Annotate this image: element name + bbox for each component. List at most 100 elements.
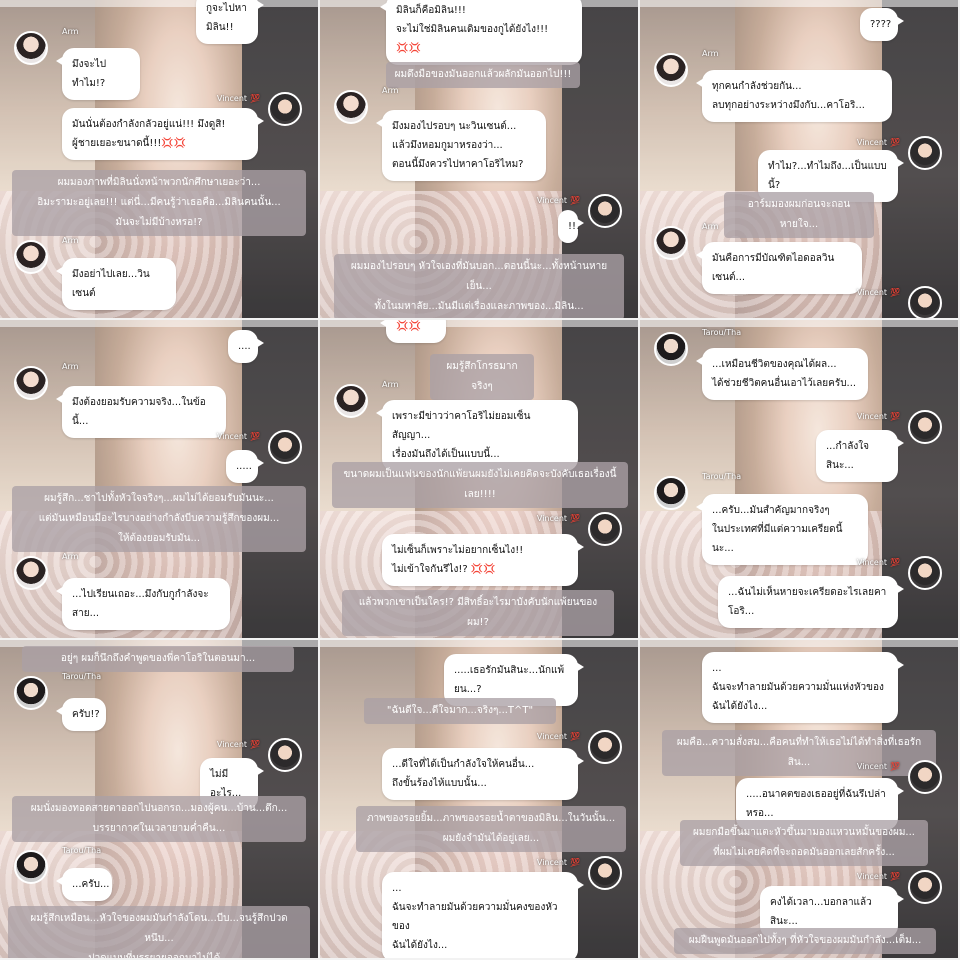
- message-bubble-incoming: มึงมองไปรอบๆ นะวินเซนต์... แล้วมึงหอมกูม…: [376, 110, 546, 181]
- avatar-vincent[interactable]: [908, 870, 942, 904]
- chat-panel-7: อยู่ๆ ผมก็นึกถึงคำพูดของพี่คาโอริในตอนมา…: [0, 640, 320, 960]
- avatar-arm[interactable]: [14, 240, 48, 274]
- avatar-arm[interactable]: [334, 90, 368, 124]
- narration-caption: ผมมองภาพที่มิลินนั่งหน้าพวกนักศึกษาเยอะว…: [12, 170, 306, 236]
- message-bubble-incoming: ...เหมือนชีวิตของคุณได้ผล... ได้ช่วยชีวิ…: [696, 348, 868, 400]
- sender-name-text: Vincent: [536, 196, 568, 205]
- narration-caption: แล้วพวกเขาเป็นใคร!? มีสิทธิ์อะไรมาบังคับ…: [342, 590, 614, 636]
- heart-badge-icon: 💯: [250, 94, 260, 103]
- chat-panel-5: 💢💢 ผมรู้สึกโกรธมากจริงๆ Arm เพราะมีข่าวว่าค…: [320, 320, 640, 640]
- message-bubble-incoming: 💢💢: [380, 320, 446, 343]
- sender-name-text: Vincent: [216, 432, 248, 441]
- chat-panel-1: กูจะไปหามิลิน!! Arm มึงจะไปทำไม!? Vincent 💯 ม…: [0, 0, 320, 320]
- avatar-vincent[interactable]: [908, 136, 942, 170]
- chat-panel-4: .... Arm มึงต้องยอมรับความจริง...ในข้อนี้.…: [0, 320, 320, 640]
- narration-caption: ผมรู้สึกเหมือน...หัวใจของผมมันกำลังโดน..…: [8, 906, 310, 958]
- sender-name: Vincent 💯: [857, 412, 900, 421]
- avatar-vincent[interactable]: [908, 556, 942, 590]
- panel-top-bar: [640, 0, 958, 7]
- message-bubble-incoming: ...ครับ...มันสำคัญมากจริงๆ ในประเทศที่มี…: [696, 494, 868, 565]
- heart-badge-icon: 💯: [570, 732, 580, 741]
- narration-caption: ผมมองไปรอบๆ หัวใจเองที่มันบอก...ตอนนี้นะ…: [334, 254, 624, 318]
- sender-name-text: Arm: [702, 49, 719, 58]
- message-bubble-incoming: มึงต้องยอมรับความจริง...ในข้อนี้...: [56, 386, 226, 438]
- sender-name: Vincent 💯: [217, 740, 260, 749]
- message-bubble-incoming: มิลินก็คือมิลิน!!! จะไม่ใช่มิลินคนเดิมขอ…: [380, 0, 582, 65]
- avatar-vincent[interactable]: [268, 738, 302, 772]
- sender-name-text: Vincent: [856, 288, 888, 297]
- narration-caption: ขนาดผมเป็นแฟนของนักแพ้ยนผมยังไม่เคยคิดจะ…: [332, 462, 628, 508]
- heart-badge-icon: 💯: [890, 558, 900, 567]
- avatar-vincent[interactable]: [908, 286, 942, 318]
- sender-name: Vincent 💯: [857, 138, 900, 147]
- sender-name: Vincent 💯: [857, 558, 900, 567]
- message-bubble-incoming: ...ครับ...: [56, 868, 112, 901]
- sender-name-text: Vincent: [856, 138, 888, 147]
- avatar-arm[interactable]: [654, 226, 688, 260]
- sender-name-text: Vincent: [216, 740, 248, 749]
- avatar-arm[interactable]: [14, 31, 48, 65]
- message-bubble-incoming: มึงอย่าไปเลย...วินเซนต์: [56, 258, 176, 310]
- message-bubble-outgoing: ...ดีใจที่ได้เป็นกำลังใจให้คนอื่น... ถึง…: [382, 748, 584, 800]
- sender-name-text: Vincent: [536, 858, 568, 867]
- sender-name: Vincent 💯: [537, 732, 580, 741]
- message-bubble-outgoing: ...ฉันไม่เห็นหายจะเครียดอะไรเลยคาโอริ...: [718, 576, 904, 628]
- sender-name: Vincent 💯: [537, 858, 580, 867]
- sender-name: Arm: [382, 86, 398, 95]
- message-bubble-outgoing: ไม่เซ็นก็เพราะไม่อยากเซ็นไง!! ไม่เข้าใจก…: [382, 534, 584, 586]
- avatar-vincent[interactable]: [268, 92, 302, 126]
- comic-grid: กูจะไปหามิลิน!! Arm มึงจะไปทำไม!? Vincent 💯 ม…: [0, 0, 960, 960]
- sender-name: Tarou/Tha: [62, 846, 101, 855]
- sender-name: Vincent 💯: [217, 432, 260, 441]
- message-bubble-outgoing: !!!: [558, 210, 584, 243]
- heart-badge-icon: 💯: [250, 432, 260, 441]
- message-bubble-outgoing: มันนั่นต้องกำลังกลัวอยู่แน่!!! มึงดูสิ! …: [62, 108, 264, 160]
- narration-caption: ผมฝืนพูดมันออกไปทั้งๆ ที่หัวใจของผมมันกำ…: [674, 928, 936, 954]
- sender-name: Arm: [62, 27, 78, 36]
- avatar-vincent[interactable]: [908, 760, 942, 794]
- avatar-vincent[interactable]: [588, 856, 622, 890]
- chat-panel-3: ???? Arm ทุกคนกำลังช่วยกัน... ลบทุกอย่างระ…: [640, 0, 960, 320]
- sender-name: Arm: [382, 380, 398, 389]
- sender-name-text: Arm: [62, 362, 79, 371]
- avatar-arm[interactable]: [334, 384, 368, 418]
- message-bubble-incoming: เพราะมีข่าวว่าคาโอริไม่ยอมเซ็นสัญญา... เ…: [376, 400, 578, 471]
- avatar-vincent[interactable]: [588, 730, 622, 764]
- sender-name-text: Arm: [382, 380, 399, 389]
- narration-caption: อยู่ๆ ผมก็นึกถึงคำพูดของพี่คาโอริในตอนมา…: [22, 646, 294, 672]
- heart-badge-icon: 💯: [570, 858, 580, 867]
- narration-caption: ผมรู้สึก...ชาไปทั้งหัวใจจริงๆ...ผมไม่ได้…: [12, 486, 306, 552]
- sender-name: Vincent 💯: [857, 762, 900, 771]
- sender-name-text: Vincent: [216, 94, 248, 103]
- sender-name-text: Vincent: [856, 412, 888, 421]
- sender-name: Vincent 💯: [857, 288, 900, 297]
- sender-name-text: Arm: [382, 86, 399, 95]
- sender-name-text: Tarou/Tha: [62, 846, 102, 855]
- avatar-vincent[interactable]: [588, 194, 622, 228]
- avatar-vincent[interactable]: [268, 430, 302, 464]
- avatar-arm[interactable]: [14, 556, 48, 590]
- sender-name-text: Arm: [62, 27, 79, 36]
- avatar-vincent[interactable]: [588, 512, 622, 546]
- narration-caption: ภาพของรอยยิ้ม...ภาพของรอยน้ำตาของมิลิน..…: [356, 806, 626, 852]
- sender-name: Arm: [62, 362, 78, 371]
- sender-name: Vincent 💯: [857, 872, 900, 881]
- avatar-arm[interactable]: [14, 366, 48, 400]
- sender-name: Tarou/Tha: [62, 672, 101, 681]
- avatar-vincent[interactable]: [908, 410, 942, 444]
- sender-name-text: Tarou/Tha: [62, 672, 102, 681]
- message-bubble-incoming: ครับ!?: [56, 698, 106, 731]
- sender-name-text: Tarou/Tha: [702, 328, 742, 337]
- chat-panel-9: ... ฉันจะทำลายมันด้วยความมั่นแห่งหัวของ …: [640, 640, 960, 960]
- avatar-tarou[interactable]: [14, 850, 48, 884]
- panel-top-bar: [320, 320, 638, 327]
- avatar-arm[interactable]: [654, 53, 688, 87]
- message-bubble-outgoing: ...กำลังใจสินะ...: [816, 430, 904, 482]
- avatar-tarou[interactable]: [654, 476, 688, 510]
- avatar-tarou[interactable]: [654, 332, 688, 366]
- sender-name: Vincent 💯: [537, 196, 580, 205]
- message-bubble-outgoing: ... ฉันจะทำลายมันด้วยความมั่นแห่งหัวของ …: [702, 652, 904, 723]
- heart-badge-icon: 💯: [890, 138, 900, 147]
- avatar-tarou[interactable]: [14, 676, 48, 710]
- sender-name-text: Vincent: [856, 872, 888, 881]
